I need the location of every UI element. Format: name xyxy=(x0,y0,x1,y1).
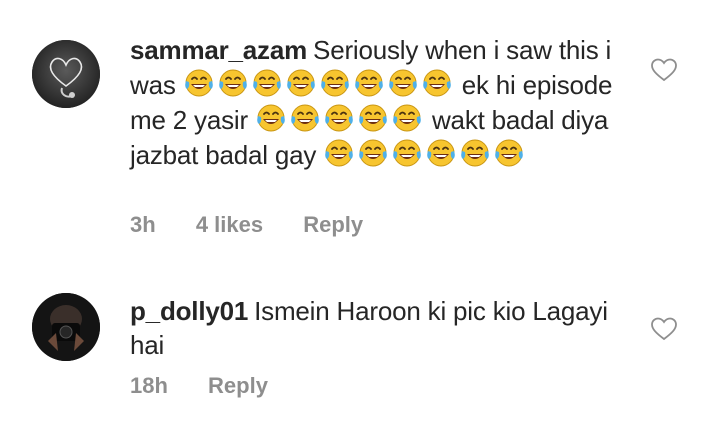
comment-item: sammar_azam Seriously when i saw this i w… xyxy=(0,0,720,260)
face-with-tears-of-joy-icon xyxy=(393,139,421,167)
face-with-tears-of-joy-icon xyxy=(252,69,281,97)
face-with-tears-of-joy-icon xyxy=(359,104,387,132)
emoji-group xyxy=(183,69,455,100)
comment-text: p_dolly01 Ismein Haroon ki pic kio Lagayi… xyxy=(130,294,635,362)
comment-item: p_dolly01 Ismein Haroon ki pic kio Lagayi… xyxy=(0,270,720,434)
face-with-tears-of-joy-icon xyxy=(286,69,315,97)
likes-count[interactable]: 4 likes xyxy=(196,212,263,237)
comment-username[interactable]: sammar_azam xyxy=(130,35,307,65)
avatar[interactable] xyxy=(32,293,100,361)
heart-outline-icon[interactable] xyxy=(650,57,678,83)
comment-meta: 3h 4 likes Reply xyxy=(130,212,397,238)
emoji-group xyxy=(323,139,527,170)
comment-text: sammar_azam Seriously when i saw this i w… xyxy=(130,33,635,172)
avatar[interactable] xyxy=(32,40,100,108)
face-with-tears-of-joy-icon xyxy=(325,104,353,132)
comment-meta: 18h Reply xyxy=(130,373,302,399)
reply-button[interactable]: Reply xyxy=(303,212,363,237)
face-with-tears-of-joy-icon xyxy=(422,69,451,97)
face-with-tears-of-joy-icon xyxy=(184,69,213,97)
face-with-tears-of-joy-icon xyxy=(257,104,285,132)
face-with-tears-of-joy-icon xyxy=(495,139,523,167)
face-with-tears-of-joy-icon xyxy=(291,104,319,132)
face-with-tears-of-joy-icon xyxy=(393,104,421,132)
face-with-tears-of-joy-icon xyxy=(218,69,247,97)
face-with-tears-of-joy-icon xyxy=(461,139,489,167)
face-with-tears-of-joy-icon xyxy=(325,139,353,167)
comment-timestamp: 3h xyxy=(130,212,156,237)
face-with-tears-of-joy-icon xyxy=(427,139,455,167)
face-with-tears-of-joy-icon xyxy=(320,69,349,97)
comment-username[interactable]: p_dolly01 xyxy=(130,296,248,326)
reply-button[interactable]: Reply xyxy=(208,373,268,398)
emoji-group xyxy=(255,104,425,135)
face-with-tears-of-joy-icon xyxy=(388,69,417,97)
comment-timestamp: 18h xyxy=(130,373,168,398)
face-with-tears-of-joy-icon xyxy=(359,139,387,167)
face-with-tears-of-joy-icon xyxy=(354,69,383,97)
heart-outline-icon[interactable] xyxy=(650,316,678,342)
